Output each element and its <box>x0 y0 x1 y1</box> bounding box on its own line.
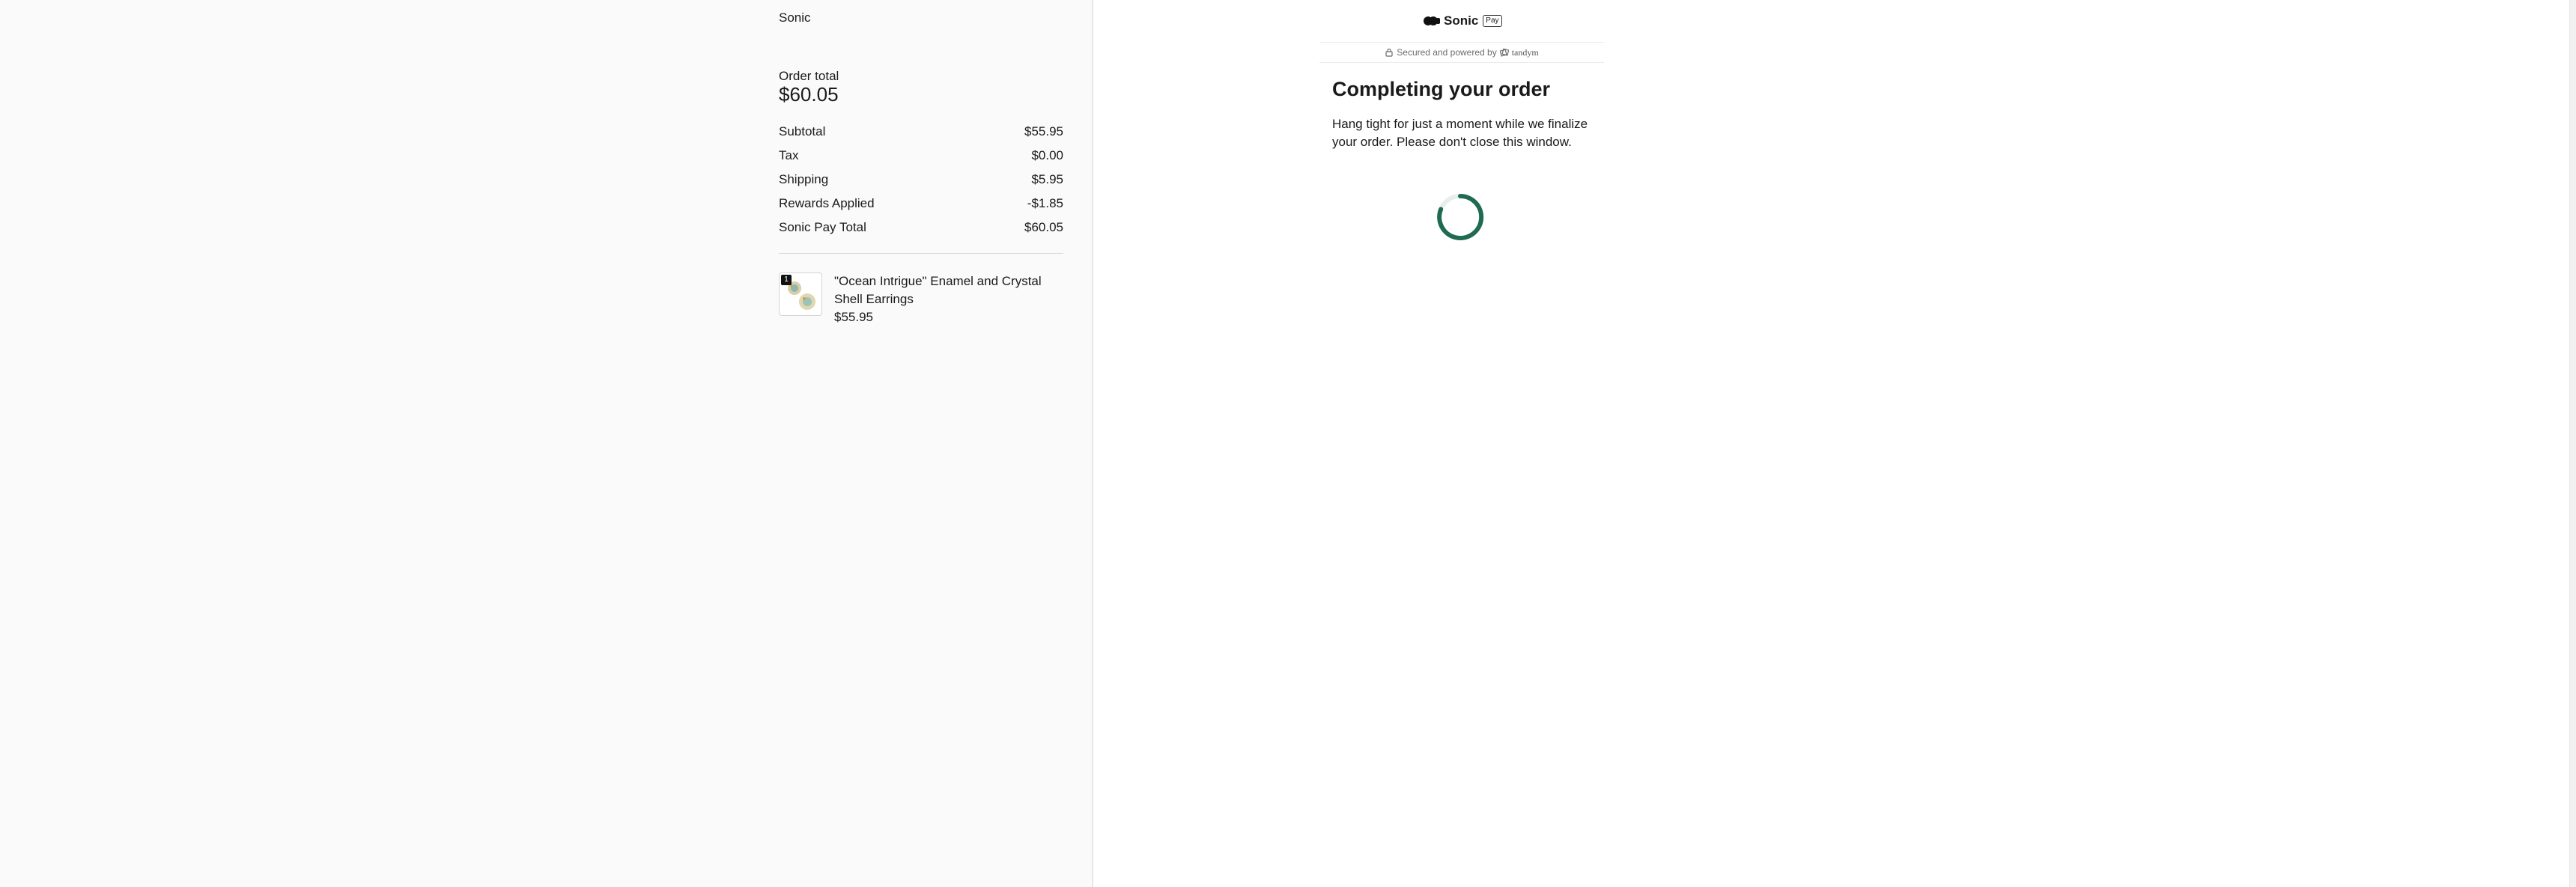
summary-row-total: Sonic Pay Total $60.05 <box>779 216 1063 240</box>
product-item: 1 "Ocean Intrigue" Enamel and Crystal Sh… <box>779 272 1063 326</box>
summary-row-value: $0.00 <box>1031 148 1063 162</box>
summary-row-rewards: Rewards Applied -$1.85 <box>779 192 1063 216</box>
quantity-badge: 1 <box>781 275 792 285</box>
provider-name: tandym <box>1511 46 1539 58</box>
summary-row-value: $60.05 <box>1024 220 1063 234</box>
brand-name: Sonic <box>1444 13 1479 28</box>
summary-row-shipping: Shipping $5.95 <box>779 168 1063 192</box>
page-title: Completing your order <box>1332 78 1551 100</box>
sonic-brand-icon <box>1424 16 1440 25</box>
lock-icon <box>1385 48 1393 57</box>
order-total-label: Order total <box>779 69 839 83</box>
checkout-panel <box>1093 0 2570 887</box>
merchant-name: Sonic <box>779 10 811 25</box>
price-breakdown: Subtotal $55.95 Tax $0.00 Shipping $5.95… <box>779 120 1063 240</box>
product-price: $55.95 <box>834 310 873 324</box>
summary-row-value: $55.95 <box>1024 124 1063 138</box>
order-summary-panel: Sonic Order total $60.05 Subtotal $55.95… <box>0 0 1093 887</box>
summary-row-value: $5.95 <box>1031 172 1063 186</box>
summary-row-subtotal: Subtotal $55.95 <box>779 120 1063 144</box>
scrollbar[interactable] <box>2569 0 2576 887</box>
product-thumbnail: 1 <box>779 272 822 316</box>
summary-row-tax: Tax $0.00 <box>779 144 1063 168</box>
pay-badge: Pay <box>1483 15 1502 27</box>
summary-row-label: Shipping <box>779 172 829 186</box>
summary-divider <box>779 253 1063 254</box>
secured-text: Secured and powered by <box>1397 47 1497 58</box>
loading-spinner-icon <box>1437 193 1484 240</box>
security-banner: Secured and powered by tandym <box>1319 42 1604 63</box>
summary-row-label: Sonic Pay Total <box>779 220 866 234</box>
order-total-value: $60.05 <box>779 83 839 106</box>
product-name: "Ocean Intrigue" Enamel and Crystal Shel… <box>834 274 1042 306</box>
summary-row-label: Tax <box>779 148 799 162</box>
tandym-logo-icon <box>1499 48 1509 57</box>
product-info: "Ocean Intrigue" Enamel and Crystal Shel… <box>834 272 1059 326</box>
summary-row-value: -$1.85 <box>1027 196 1063 210</box>
sonic-pay-logo: Sonic Pay <box>1423 13 1502 28</box>
status-message: Hang tight for just a moment while we fi… <box>1332 117 1588 149</box>
summary-row-label: Subtotal <box>779 124 826 138</box>
summary-row-label: Rewards Applied <box>779 196 875 210</box>
